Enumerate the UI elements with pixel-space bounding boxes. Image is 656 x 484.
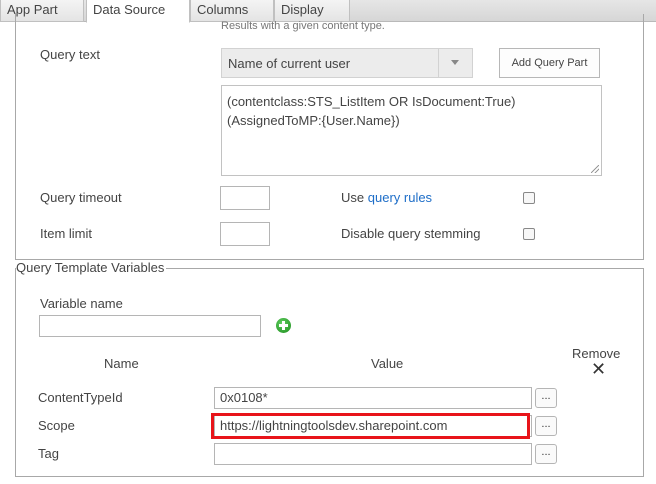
variable-value-input[interactable]: 0x0108*	[214, 387, 532, 409]
query-text-line-2: (AssignedToMP:{User.Name})	[227, 113, 400, 128]
item-limit-input[interactable]	[220, 222, 270, 246]
variable-name-input[interactable]	[39, 315, 261, 337]
use-query-rules-checkbox[interactable]	[523, 192, 535, 204]
template-variables-legend: Query Template Variables	[16, 260, 167, 275]
ellipsis-button[interactable]: ...	[535, 444, 557, 464]
resize-grip-icon[interactable]	[591, 165, 599, 173]
disable-stemming-label: Disable query stemming	[341, 226, 481, 241]
column-name-header: Name	[104, 356, 139, 371]
add-query-part-button[interactable]: Add Query Part	[499, 48, 600, 78]
disable-stemming-checkbox[interactable]	[523, 228, 535, 240]
highlight-box	[211, 413, 530, 439]
tab-data-source[interactable]: Data Source	[86, 0, 190, 23]
use-query-rules-label: Use query rules	[341, 190, 432, 205]
query-text-label: Query text	[40, 47, 100, 62]
query-text-line-1: (contentclass:STS_ListItem OR IsDocument…	[227, 94, 516, 109]
hint-text: Results with a given content type.	[221, 20, 385, 32]
close-icon[interactable]: ✕	[591, 360, 606, 378]
dropdown-button[interactable]	[438, 49, 472, 77]
variable-name-label: Variable name	[40, 296, 123, 311]
query-rules-link[interactable]: query rules	[368, 190, 432, 205]
chevron-down-icon	[451, 60, 459, 65]
variable-row-name: Scope	[38, 418, 75, 433]
query-text-area[interactable]: (contentclass:STS_ListItem OR IsDocument…	[221, 85, 602, 176]
add-variable-icon[interactable]	[276, 318, 291, 333]
query-timeout-input[interactable]	[220, 186, 270, 210]
ellipsis-button[interactable]: ...	[535, 388, 557, 408]
use-text: Use	[341, 190, 365, 205]
item-limit-label: Item limit	[40, 226, 92, 241]
query-timeout-label: Query timeout	[40, 190, 122, 205]
variable-value-input[interactable]	[214, 443, 532, 465]
variable-row-name: ContentTypeId	[38, 390, 123, 405]
column-value-header: Value	[371, 356, 404, 371]
query-part-selected: Name of current user	[228, 56, 351, 71]
variable-row-name: Tag	[38, 446, 59, 461]
query-part-select[interactable]: Name of current user	[221, 48, 473, 78]
ellipsis-button[interactable]: ...	[535, 416, 557, 436]
